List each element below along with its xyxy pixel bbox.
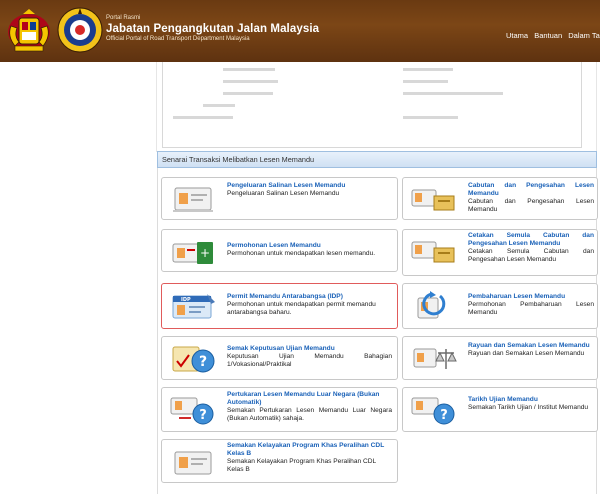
site-title[interactable]: Jabatan Pengangkutan Jalan Malaysia: [106, 22, 319, 36]
card-title[interactable]: Tarikh Ujian Memandu: [468, 396, 594, 404]
blurred-line: [203, 104, 235, 107]
malaysia-coat-of-arms-icon[interactable]: [5, 6, 53, 54]
nav-utama[interactable]: Utama: [506, 31, 528, 40]
license-reprint-icon: [411, 241, 455, 263]
card-desc: Permohonan untuk mendapatkan permit mema…: [227, 301, 376, 316]
card-title[interactable]: Pertukaran Lesen Memandu Luar Negara (Bu…: [227, 391, 392, 407]
card-cabutan-pengesahan[interactable]: Cabutan dan Pengesahan Lesen Memandu Cab…: [402, 177, 598, 220]
blurred-line: [403, 116, 458, 119]
blurred-line: [403, 92, 503, 95]
idp-label: IDP: [181, 297, 191, 303]
blurred-line: [173, 116, 233, 119]
card-desc: Permohonan Pembaharuan Lesen Memandu: [468, 301, 594, 316]
card-pengeluaran-salinan[interactable]: Pengeluaran Salinan Lesen Memandu Pengel…: [161, 177, 398, 220]
card-tarikh-ujian[interactable]: ? Tarikh Ujian Memandu Semakan Tarikh Uj…: [402, 387, 598, 432]
card-desc: Cetakan Semula Cabutan dan Pengesahan Le…: [468, 248, 594, 263]
card-desc: Permohonan untuk mendapatkan lesen meman…: [227, 250, 376, 257]
nav-bantuan[interactable]: Bantuan: [534, 31, 562, 40]
card-rayuan-semakan[interactable]: Rayuan dan Semakan Lesen Memandu Rayuan …: [402, 336, 598, 380]
section-header: Senarai Transaksi Melibatkan Lesen Meman…: [157, 151, 597, 168]
svg-text:?: ?: [199, 408, 207, 423]
nav-dalam-talian[interactable]: Dalam Talian: [568, 31, 600, 40]
card-title[interactable]: Cabutan dan Pengesahan Lesen Memandu: [468, 182, 594, 198]
blurred-line: [403, 80, 448, 83]
profile-panel: [162, 62, 582, 148]
svg-text:?: ?: [199, 354, 207, 370]
license-application-icon: +: [172, 242, 213, 264]
appeal-scale-icon: [413, 348, 457, 369]
site-header: Portal Rasmi Jabatan Pengangkutan Jalan …: [0, 0, 600, 62]
blurred-line: [223, 92, 273, 95]
license-extract-icon: [411, 189, 455, 211]
card-desc: Semakan Tarikh Ujian / Institut Memandu: [468, 404, 589, 411]
card-title[interactable]: Pembaharuan Lesen Memandu: [468, 293, 594, 301]
card-title[interactable]: Permit Memandu Antarabangsa (IDP): [227, 293, 392, 301]
card-title[interactable]: Cetakan Semula Cabutan dan Pengesahan Le…: [468, 232, 594, 248]
card-pertukaran-luar-negara[interactable]: ? Pertukaran Lesen Memandu Luar Negara (…: [161, 387, 398, 432]
card-permohonan-lesen[interactable]: + Permohonan Lesen Memandu Permohonan un…: [161, 229, 398, 272]
test-date-question-icon: ?: [411, 397, 455, 425]
card-desc: Keputusan Ujian Memandu Bahagian 1/Vokas…: [227, 353, 392, 368]
card-desc: Cabutan dan Pengesahan Lesen Memandu: [468, 198, 594, 213]
blurred-line: [223, 68, 275, 71]
card-title[interactable]: Permohonan Lesen Memandu: [227, 242, 392, 250]
top-nav: Utama Bantuan Dalam Talian: [506, 31, 600, 40]
blurred-line: [403, 68, 453, 71]
test-result-question-icon: ?: [172, 346, 215, 373]
jpj-emblem-icon[interactable]: [56, 6, 104, 54]
section-title: Senarai Transaksi Melibatkan Lesen Meman…: [162, 155, 315, 164]
card-permit-idp[interactable]: IDP Permit Memandu Antarabangsa (IDP) Pe…: [161, 283, 398, 329]
site-subtitle: Official Portal of Road Transport Depart…: [106, 36, 250, 42]
card-desc: Rayuan dan Semakan Lesen Memandu: [468, 350, 585, 357]
svg-text:+: +: [200, 246, 210, 260]
card-title[interactable]: Semakan Kelayakan Program Khas Peralihan…: [227, 442, 392, 458]
idp-card-icon: IDP: [172, 294, 215, 319]
license-exchange-question-icon: ?: [170, 397, 214, 425]
header-small-label: Portal Rasmi: [106, 15, 141, 21]
card-desc: Pengeluaran Salinan Lesen Memandu: [227, 190, 340, 197]
blurred-line: [223, 80, 278, 83]
card-semak-keputusan[interactable]: ? Semak Keputusan Ujian Memandu Keputusa…: [161, 336, 398, 380]
card-desc: Semakan Kelayakan Program Khas Peralihan…: [227, 458, 376, 473]
card-pembaharuan-lesen[interactable]: Pembaharuan Lesen Memandu Permohonan Pem…: [402, 283, 598, 329]
card-title[interactable]: Pengeluaran Salinan Lesen Memandu: [227, 182, 392, 190]
card-desc: Semakan Pertukaran Lesen Memandu Luar Ne…: [227, 407, 392, 422]
card-cetakan-semula[interactable]: Cetakan Semula Cabutan dan Pengesahan Le…: [402, 229, 598, 276]
card-program-khas-cdl[interactable]: Semakan Kelayakan Program Khas Peralihan…: [161, 439, 398, 483]
license-copy-icon: [173, 187, 213, 212]
card-title[interactable]: Semak Keputusan Ujian Memandu: [227, 345, 392, 353]
svg-text:?: ?: [440, 408, 448, 423]
cdl-program-icon: [174, 451, 212, 475]
license-renewal-icon: [417, 291, 446, 319]
card-title[interactable]: Rayuan dan Semakan Lesen Memandu: [468, 342, 594, 350]
